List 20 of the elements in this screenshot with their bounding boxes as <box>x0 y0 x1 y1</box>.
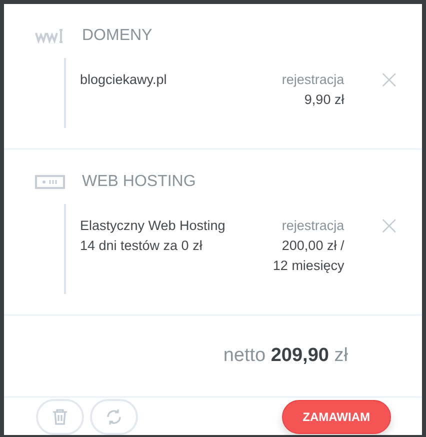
server-icon <box>34 174 66 190</box>
price-text: 9,90 zł <box>303 91 344 109</box>
price-text: rejestracja <box>280 217 344 235</box>
price-text: 12 miesięcy <box>272 257 344 275</box>
order-button[interactable]: ZAMAWIAM <box>282 400 391 434</box>
total-price: netto 209,90 zł <box>223 345 348 367</box>
trash-icon <box>51 408 69 426</box>
trash-button[interactable] <box>36 398 84 434</box>
refresh-icon <box>105 408 123 426</box>
price-text: rejestracja <box>282 71 344 89</box>
product-name: Elastyczny Web Hosting <box>80 217 226 235</box>
section-title: DOMENY <box>82 27 152 45</box>
refresh-button[interactable] <box>90 398 138 434</box>
product-name: 14 dni testów za 0 zł <box>80 237 204 255</box>
www-icon <box>35 28 65 44</box>
remove-button[interactable]: × <box>378 70 400 90</box>
price-text: 200,00 zł / <box>280 237 344 255</box>
remove-button[interactable]: × <box>378 216 400 236</box>
product-name: blogciekawy.pl <box>80 71 168 89</box>
section-title: WEB HOSTING <box>82 173 196 191</box>
